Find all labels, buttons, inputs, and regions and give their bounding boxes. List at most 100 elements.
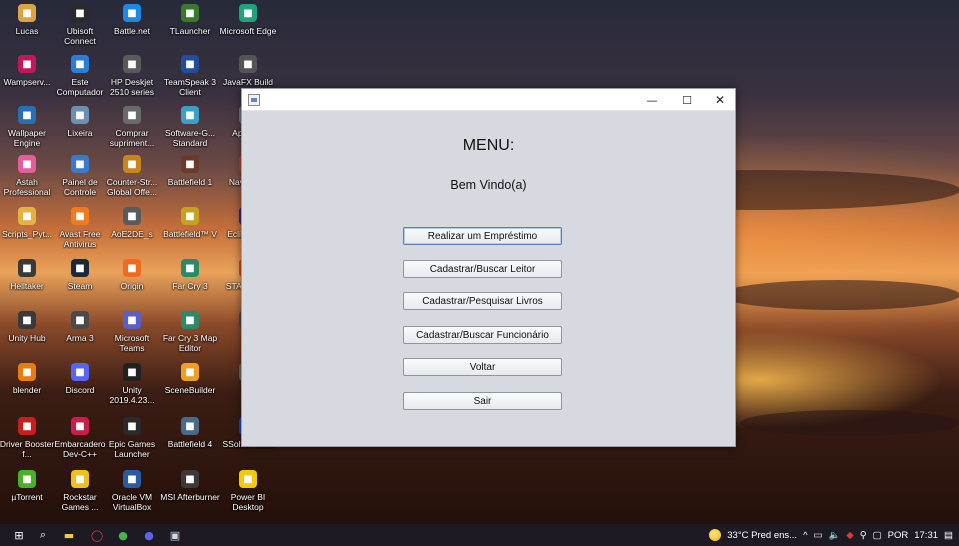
- scenebuilder-icon: ■: [181, 363, 199, 381]
- employee-button[interactable]: Cadastrar/Buscar Funcionário: [403, 326, 562, 344]
- desktop-icon[interactable]: ■ Lucas: [0, 0, 55, 58]
- desktop-icon-label: Unity Hub: [8, 333, 46, 343]
- devcpp-icon: ■: [71, 417, 89, 435]
- books-button[interactable]: Cadastrar/Pesquisar Livros: [403, 292, 562, 310]
- desktop-icon[interactable]: ■ HP Deskjet 2510 series: [104, 51, 160, 109]
- windows-start-icon[interactable]: ⊞: [12, 528, 26, 542]
- chrome-icon[interactable]: ●: [116, 528, 130, 542]
- battlefield-v-icon: ■: [181, 207, 199, 225]
- notification-icon[interactable]: ▤: [944, 530, 953, 541]
- search-icon[interactable]: ⌕: [36, 528, 50, 542]
- edge-icon: ■: [239, 4, 257, 22]
- desktop-icon[interactable]: ■ Astah Professional: [0, 151, 55, 209]
- desktop-icon-label: JavaFX Build: [222, 77, 274, 87]
- desktop-icon-label: µTorrent: [11, 492, 43, 502]
- desktop-icon[interactable]: ■ Avast Free Antivirus: [52, 203, 108, 261]
- arma-icon: ■: [71, 311, 89, 329]
- reader-button[interactable]: Cadastrar/Buscar Leitor: [403, 260, 562, 278]
- farcry-icon: ■: [181, 259, 199, 277]
- nvidia-icon[interactable]: ◆: [846, 530, 853, 541]
- desktop-icon[interactable]: ■ Wampserv...: [0, 51, 55, 109]
- file-explorer-icon[interactable]: ▬: [62, 528, 76, 542]
- desktop-icon-label: SceneBuilder: [164, 385, 216, 395]
- welcome-text: Bem Vindo(a): [450, 178, 527, 192]
- desktop-icon[interactable]: ■ Discord: [52, 359, 108, 417]
- desktop-icon[interactable]: ■ MSI Afterburner: [160, 466, 220, 524]
- desktop-icon[interactable]: ■ Battlefield™ V: [162, 203, 218, 261]
- desktop-icon-label: Steam: [67, 281, 93, 291]
- computer-icon: ■: [71, 55, 89, 73]
- language-indicator[interactable]: POR: [888, 530, 909, 541]
- desktop-icon[interactable]: ■ Embarcadero Dev-C++: [52, 413, 108, 471]
- desktop-icon[interactable]: ■ Far Cry 3 Map Editor: [162, 307, 218, 365]
- desktop-icon[interactable]: ■ Counter-Str... Global Offe...: [104, 151, 160, 209]
- desktop-icon-label: Battle.net: [114, 26, 150, 36]
- volume-icon[interactable]: 🔈: [829, 530, 841, 541]
- desktop-icon[interactable]: ■ Ubisoft Connect: [52, 0, 108, 58]
- desktop-icon[interactable]: ■ blender: [0, 359, 55, 417]
- desktop-icon[interactable]: ■ Rockstar Games ...: [52, 466, 108, 524]
- opera-icon[interactable]: ◯: [90, 528, 104, 542]
- desktop-icon[interactable]: ■ Arma 3: [52, 307, 108, 365]
- loan-button[interactable]: Realizar um Empréstimo: [403, 227, 562, 245]
- close-button[interactable]: ✕: [703, 89, 737, 111]
- desktop-icon-label: blender: [12, 385, 42, 395]
- desktop-icon[interactable]: ■ Oracle VM VirtualBox: [104, 466, 160, 524]
- desktop-icon-label: TeamSpeak 3 Client: [164, 77, 216, 97]
- desktop-icon[interactable]: ■ Far Cry 3: [162, 255, 218, 313]
- desktop-icon[interactable]: ■ Unity Hub: [0, 307, 55, 365]
- desktop-icon-label: Software-G... Standard: [164, 128, 216, 148]
- desktop-icon[interactable]: ■ Driver Booster f...: [0, 413, 55, 471]
- desktop-icon[interactable]: ■ Helltaker: [0, 255, 55, 313]
- desktop-icon[interactable]: ■ Battlefield 1: [162, 151, 218, 209]
- minimize-button[interactable]: —: [635, 89, 669, 111]
- teamspeak-icon: ■: [181, 55, 199, 73]
- desktop-icon[interactable]: ■ Este Computador: [52, 51, 108, 109]
- desktop-icon[interactable]: ■ Scripts_Pyt...: [0, 203, 55, 261]
- desktop-icon-label: HP Deskjet 2510 series: [110, 77, 154, 97]
- desktop-icon-label: Microsoft Edge: [219, 26, 277, 36]
- msi-afterburner-icon: ■: [181, 470, 199, 488]
- desktop-icon-label: Discord: [65, 385, 95, 395]
- desktop-icon[interactable]: ■ Epic Games Launcher: [104, 413, 160, 471]
- steam-icon: ■: [71, 259, 89, 277]
- desktop-icon[interactable]: ■ Power BI Desktop: [220, 466, 276, 524]
- driver-booster-icon: ■: [18, 417, 36, 435]
- window-titlebar[interactable]: — ☐ ✕: [242, 89, 735, 111]
- desktop-icon[interactable]: ■ Painel de Controle: [52, 151, 108, 209]
- chevron-up-icon[interactable]: ^: [803, 530, 807, 541]
- weather-text[interactable]: 33°C Pred ens...: [727, 530, 797, 541]
- java-taskbar-icon[interactable]: ▣: [168, 528, 182, 542]
- maximize-button[interactable]: ☐: [670, 89, 704, 111]
- desktop-icon[interactable]: ■ SceneBuilder: [162, 359, 218, 417]
- desktop-icon[interactable]: ■ Microsoft Edge: [220, 0, 276, 58]
- back-button[interactable]: Voltar: [403, 358, 562, 376]
- system-tray: 33°C Pred ens... ^ ▭ 🔈 ◆ ⚲ ▢ POR 17:31 ▤: [709, 524, 953, 546]
- usb-icon[interactable]: ⚲: [860, 530, 867, 541]
- desktop-icon[interactable]: ■ Origin: [104, 255, 160, 313]
- desktop-icon[interactable]: ■ Battlefield 4: [162, 413, 218, 471]
- network-icon[interactable]: ▭: [814, 530, 823, 541]
- clock[interactable]: 17:31: [914, 530, 938, 541]
- weather-icon[interactable]: [709, 529, 722, 541]
- desktop-icon[interactable]: ■ µTorrent: [0, 466, 55, 524]
- desktop-icon[interactable]: ■ Microsoft Teams: [104, 307, 160, 365]
- desktop-icon[interactable]: ■ Battle.net: [104, 0, 160, 58]
- exit-button[interactable]: Sair: [403, 392, 562, 410]
- wallpaper-engine-icon: ■: [18, 106, 36, 124]
- desktop-icon[interactable]: ■ Steam: [52, 255, 108, 313]
- desktop-icon[interactable]: ■ Unity 2019.4.23...: [104, 359, 160, 417]
- desktop-icon[interactable]: ■ TeamSpeak 3 Client: [162, 51, 218, 109]
- discord-taskbar-icon[interactable]: ●: [142, 528, 156, 542]
- astah-icon: ■: [18, 155, 36, 173]
- battlefield4-icon: ■: [181, 417, 199, 435]
- desktop-icon-label: Far Cry 3: [172, 281, 208, 291]
- helltaker-icon: ■: [18, 259, 36, 277]
- desktop-icon[interactable]: ■ TLauncher: [162, 0, 218, 58]
- blender-icon: ■: [18, 363, 36, 381]
- monitor-icon[interactable]: ▢: [873, 530, 882, 541]
- control-panel-icon: ■: [71, 155, 89, 173]
- desktop-icon-label: MSI Afterburner: [160, 492, 220, 502]
- desktop-icon[interactable]: ■ AoE2DE_s: [104, 203, 160, 261]
- desktop-icon-label: TLauncher: [169, 26, 211, 36]
